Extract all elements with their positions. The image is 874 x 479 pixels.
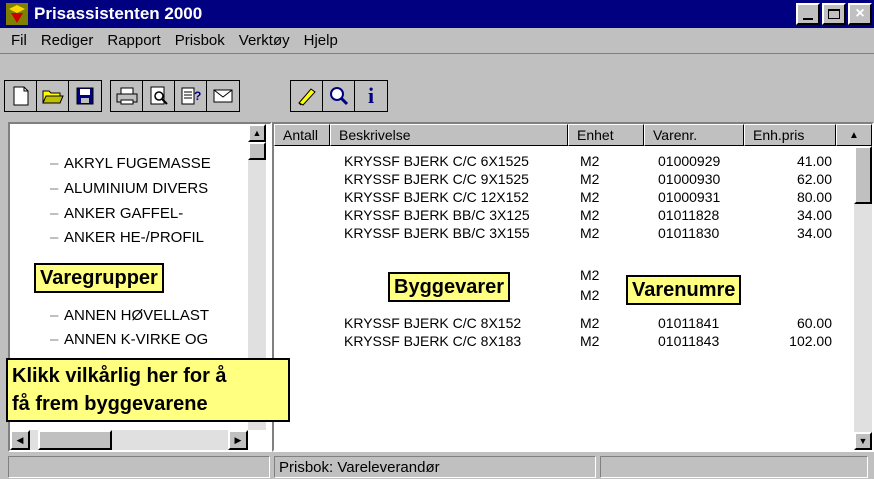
cell-varenr: 01000930 (658, 171, 721, 187)
cell-varenr: 01011828 (658, 207, 720, 223)
menu-bar: Fil Rediger Rapport Prisbok Verktøy Hjel… (0, 28, 874, 54)
scroll-thumb[interactable] (854, 146, 872, 204)
cell-pris: 102.00 (789, 333, 832, 349)
cell-beskrivelse: KRYSSF BJERK C/C 6X1525 (344, 153, 529, 169)
cell-enhet: M2 (580, 171, 600, 187)
tree-item[interactable]: – ANKER HE-/PROFIL (50, 226, 204, 248)
scroll-left-arrow-icon[interactable]: ◀ (10, 430, 30, 450)
callout-varenumre: Varenumre (626, 275, 742, 305)
cell-beskrivelse: KRYSSF BJERK C/C 12X152 (344, 189, 529, 205)
column-header-antall[interactable]: Antall (274, 124, 330, 146)
open-folder-icon[interactable] (37, 81, 69, 111)
cell-pris: 41.00 (796, 153, 832, 169)
column-header-enhet[interactable]: Enhet (568, 124, 644, 146)
product-table[interactable]: Antall Beskrivelse Enhet Varenr. Enh.pri… (272, 122, 874, 452)
tree-horizontal-scrollbar[interactable]: ◀ ▶ (10, 430, 248, 450)
cell-enhet: M2 (580, 153, 600, 169)
column-header-beskrivelse[interactable]: Beskrivelse (330, 124, 568, 146)
column-header-enh-pris[interactable]: Enh.pris (744, 124, 836, 146)
scroll-thumb[interactable] (248, 142, 266, 160)
tree-item[interactable]: – ANNEN HØVELLAST (50, 304, 209, 326)
cell-enhet: M2 (580, 267, 600, 283)
callout-varegrupper: Varegrupper (34, 263, 164, 293)
toolbar-tools-group: i (290, 80, 388, 112)
cell-enhet: M2 (580, 207, 600, 223)
cell-pris: 34.00 (796, 225, 832, 241)
cell-beskrivelse: KRYSSF BJERK BB/C 3X155 (344, 225, 530, 241)
title-bar: Prisassistenten 2000 × (0, 0, 874, 28)
edit-pencil-icon[interactable] (291, 81, 323, 111)
scroll-up-arrow-icon[interactable]: ▲ (836, 124, 872, 146)
tree-item[interactable]: – AKRYL FUGEMASSE (50, 152, 211, 174)
close-button[interactable]: × (848, 3, 872, 25)
search-icon[interactable] (323, 81, 355, 111)
status-cell-left (8, 456, 270, 478)
toolbar-print-group: ? (110, 80, 240, 112)
info-icon[interactable]: i (355, 81, 387, 111)
minimize-button[interactable] (796, 3, 820, 25)
cell-enhet: M2 (580, 333, 600, 349)
callout-byggevarer: Byggevarer (388, 272, 511, 302)
cell-enhet: M2 (580, 189, 600, 205)
status-cell-right (600, 456, 868, 478)
cell-varenr: 01011843 (658, 333, 720, 349)
callout-line: få frem byggevarene (12, 393, 208, 415)
window-title: Prisassistenten 2000 (34, 4, 203, 23)
status-prisbok: Prisbok: Vareleverandør (274, 456, 596, 478)
cell-varenr: 01000931 (658, 189, 721, 205)
column-header-varenr[interactable]: Varenr. (644, 124, 744, 146)
status-bar: Prisbok: Vareleverandør (0, 454, 874, 479)
tree-item[interactable]: – ANKER GAFFEL- (50, 202, 183, 224)
callout-klikk-instruction: Klikk vilkårlig her for å få frem byggev… (6, 358, 290, 422)
print-preview-icon[interactable] (143, 81, 175, 111)
cell-pris: 60.00 (796, 315, 832, 331)
toolbar: ? i (0, 56, 874, 122)
cell-varenr: 01011841 (658, 315, 720, 331)
app-icon (6, 3, 28, 25)
cell-varenr: 01011830 (658, 225, 720, 241)
menu-rapport[interactable]: Rapport (107, 32, 160, 49)
save-icon[interactable] (69, 81, 101, 111)
cell-beskrivelse: KRYSSF BJERK C/C 8X183 (344, 333, 522, 349)
report-help-icon[interactable]: ? (175, 81, 207, 111)
menu-fil[interactable]: Fil (11, 32, 27, 49)
scroll-up-arrow-icon[interactable]: ▲ (248, 124, 266, 142)
cell-enhet: M2 (580, 225, 600, 241)
new-file-icon[interactable] (5, 81, 37, 111)
menu-hjelp[interactable]: Hjelp (304, 32, 338, 49)
toolbar-file-group (4, 80, 102, 112)
cell-pris: 62.00 (796, 171, 832, 187)
tree-item[interactable]: – ALUMINIUM DIVERS (50, 177, 208, 199)
menu-verktoy[interactable]: Verktøy (239, 32, 290, 49)
cell-enhet: M2 (580, 315, 600, 331)
callout-line: Klikk vilkårlig her for å (12, 365, 227, 387)
menu-rediger[interactable]: Rediger (41, 32, 94, 49)
cell-beskrivelse: KRYSSF BJERK C/C 8X152 (344, 315, 522, 331)
table-vertical-scrollbar[interactable]: ▼ (854, 146, 872, 450)
cell-beskrivelse: KRYSSF BJERK BB/C 3X125 (344, 207, 530, 223)
scroll-down-arrow-icon[interactable]: ▼ (854, 432, 872, 450)
cell-beskrivelse: KRYSSF BJERK C/C 9X1525 (344, 171, 529, 187)
maximize-button[interactable] (822, 3, 846, 25)
cell-pris: 80.00 (796, 189, 832, 205)
scroll-thumb[interactable] (38, 430, 112, 450)
cell-enhet: M2 (580, 287, 600, 303)
scroll-right-arrow-icon[interactable]: ▶ (228, 430, 248, 450)
cell-varenr: 01000929 (658, 153, 721, 169)
menu-prisbok[interactable]: Prisbok (175, 32, 225, 49)
tree-item[interactable]: – ANNEN K-VIRKE OG (50, 328, 208, 350)
print-icon[interactable] (111, 81, 143, 111)
svg-text:?: ? (194, 89, 201, 103)
mail-icon[interactable] (207, 81, 239, 111)
cell-pris: 34.00 (796, 207, 832, 223)
